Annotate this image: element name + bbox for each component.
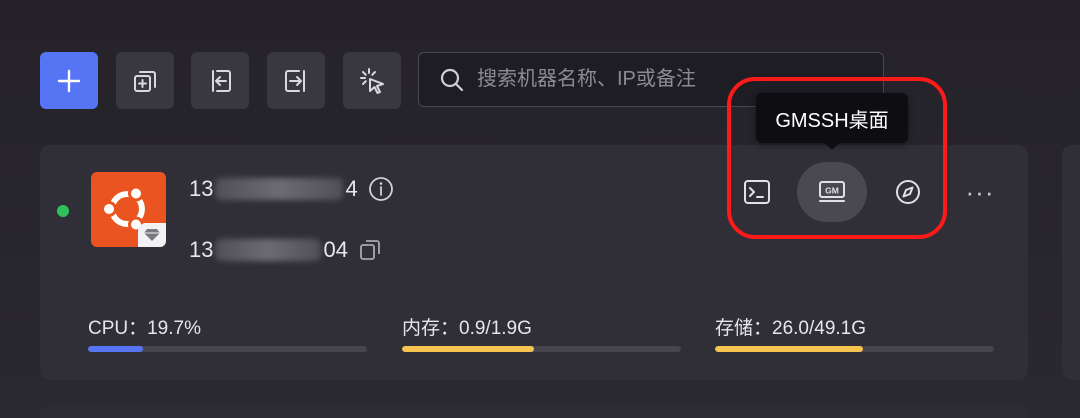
- next-server-card[interactable]: [1062, 145, 1080, 380]
- info-icon[interactable]: [368, 176, 394, 202]
- copy-add-icon: [134, 70, 156, 92]
- export-button[interactable]: [267, 52, 325, 109]
- gm-desktop-button[interactable]: GM: [797, 162, 867, 222]
- browser-button[interactable]: [879, 163, 937, 221]
- private-ip: 13 04: [189, 237, 382, 263]
- public-ip-prefix: 13: [189, 176, 214, 201]
- batch-select-button[interactable]: [343, 52, 401, 109]
- server-list-page: 13 4 13 04 G: [0, 0, 1080, 418]
- public-ip-suffix: 4: [345, 176, 358, 201]
- cpu-usage-label: CPU：19.7%: [88, 318, 201, 339]
- compass-icon: [896, 180, 920, 204]
- plus-icon: [57, 69, 81, 92]
- copy-server-button[interactable]: [116, 52, 174, 109]
- online-status-indicator: [57, 205, 69, 217]
- memory-usage-fill: [402, 346, 535, 352]
- click-select-icon: [360, 67, 384, 94]
- add-server-button[interactable]: [40, 52, 98, 109]
- copy-icon[interactable]: [358, 238, 382, 262]
- cpu-usage-fill: [88, 346, 143, 352]
- tooltip-arrow: [824, 142, 840, 150]
- private-ip-prefix: 13: [189, 237, 214, 262]
- import-button[interactable]: [191, 52, 249, 109]
- more-options-button[interactable]: ···: [958, 170, 1002, 214]
- gm-desktop-tooltip: GMSSH桌面: [756, 93, 908, 143]
- diamond-icon: [144, 229, 160, 241]
- more-icon: ···: [965, 176, 995, 207]
- cpu-usage-bar: [88, 346, 367, 352]
- gm-desktop-icon-text: GM: [825, 186, 839, 196]
- terminal-button[interactable]: [728, 163, 786, 221]
- tooltip-text: GMSSH桌面: [775, 109, 889, 132]
- private-ip-suffix: 04: [323, 237, 348, 262]
- public-ip: 13 4: [189, 176, 394, 202]
- redacted-ip-segment: [215, 178, 344, 200]
- ubuntu-logo: [91, 172, 166, 247]
- storage-usage-bar: [715, 346, 994, 352]
- import-icon: [212, 69, 231, 92]
- memory-usage-bar: [402, 346, 681, 352]
- export-icon: [285, 69, 305, 92]
- memory-usage-label: 内存：0.9/1.9G: [402, 318, 532, 339]
- storage-usage-label: 存储：26.0/49.1G: [715, 318, 867, 339]
- next-server-card-row[interactable]: [40, 405, 1028, 418]
- redacted-ip-segment: [215, 239, 322, 261]
- terminal-icon: [744, 180, 770, 204]
- search-input[interactable]: [475, 67, 883, 92]
- gm-desktop-icon: GM: [819, 181, 845, 202]
- storage-usage-fill: [715, 346, 863, 352]
- search-icon: [440, 68, 464, 91]
- vip-badge: [138, 223, 166, 247]
